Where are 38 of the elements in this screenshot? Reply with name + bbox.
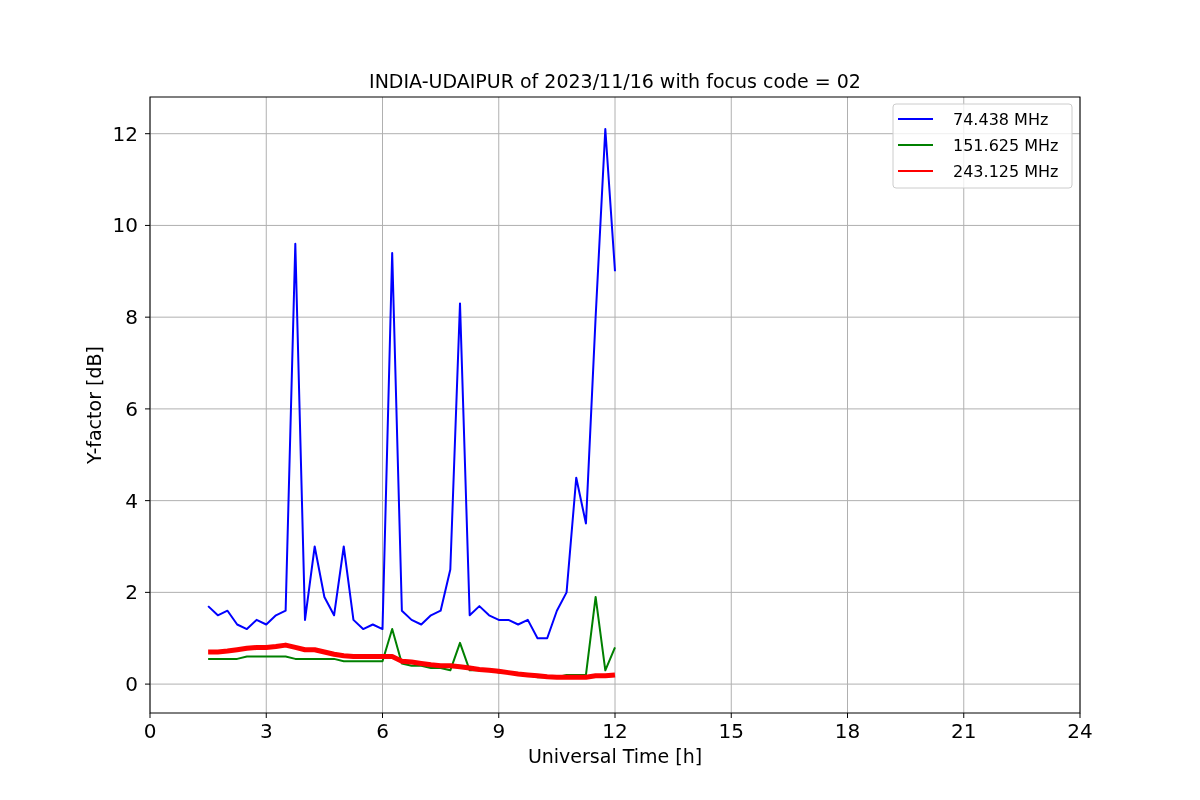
y-tick: 2 bbox=[125, 580, 151, 605]
x-tick: 15 bbox=[718, 712, 744, 743]
x-tick: 24 bbox=[1067, 712, 1093, 743]
x-tick-label: 21 bbox=[951, 719, 977, 743]
y-tick: 10 bbox=[112, 213, 151, 238]
x-tick-label: 18 bbox=[834, 719, 861, 743]
legend-label: 151.625 MHz bbox=[953, 136, 1059, 155]
x-tick-label: 6 bbox=[376, 719, 389, 743]
x-tick: 0 bbox=[143, 712, 157, 743]
legend-label: 74.438 MHz bbox=[953, 110, 1049, 129]
y-axis-label: Y-factor [dB] bbox=[83, 346, 105, 464]
y-tick: 8 bbox=[125, 305, 151, 330]
chart-title: INDIA-UDAIPUR of 2023/11/16 with focus code = 02 bbox=[369, 70, 861, 92]
x-axis-label: Universal Time [h] bbox=[527, 745, 703, 767]
y-tick-label: 2 bbox=[125, 580, 138, 605]
y-tick: 12 bbox=[112, 121, 151, 146]
y-tick: 4 bbox=[125, 488, 151, 513]
y-tick-label: 8 bbox=[125, 305, 138, 330]
x-tick-label: 24 bbox=[1067, 719, 1093, 743]
x-tick-label: 15 bbox=[718, 719, 744, 743]
y-tick-label: 10 bbox=[112, 213, 138, 238]
y-tick-label: 0 bbox=[125, 672, 138, 697]
y-tick-label: 6 bbox=[125, 396, 138, 421]
x-tick: 9 bbox=[492, 712, 506, 743]
x-tick: 3 bbox=[259, 712, 273, 743]
x-tick-label: 3 bbox=[259, 719, 273, 743]
x-tick-label: 0 bbox=[143, 719, 157, 743]
y-tick-label: 4 bbox=[125, 488, 138, 513]
y-tick: 0 bbox=[125, 672, 151, 697]
x-tick-label: 12 bbox=[602, 719, 628, 743]
x-tick: 6 bbox=[376, 712, 389, 743]
legend-label: 243.125 MHz bbox=[953, 162, 1059, 181]
x-tick: 12 bbox=[602, 712, 628, 743]
x-tick: 21 bbox=[951, 712, 977, 743]
y-tick-label: 12 bbox=[112, 121, 138, 146]
y-tick: 6 bbox=[125, 396, 151, 421]
x-tick-label: 9 bbox=[492, 719, 506, 743]
x-tick: 18 bbox=[834, 712, 861, 743]
